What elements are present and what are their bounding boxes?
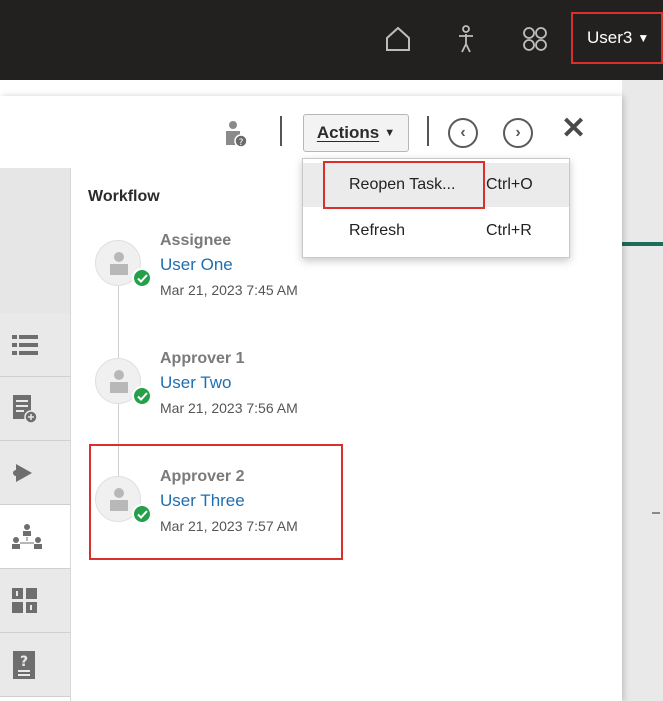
background-page [622,80,663,701]
menu-item-label: Refresh [349,222,406,239]
step-date: Mar 21, 2023 7:56 AM [160,400,298,416]
left-tab-strip: ? [0,313,70,701]
step-user-link[interactable]: User One [160,255,233,275]
background-accent-bar [622,242,663,246]
screen: User3 ▼ ? ? Actions ▼ ‹ › ✕ Workflow Ass… [0,0,663,701]
home-icon[interactable] [381,22,415,56]
next-icon[interactable]: › [503,118,533,148]
actions-button-label: Actions [316,123,380,142]
workflow-step: Approver 1 User Two Mar 21, 2023 7:56 AM [95,350,355,450]
help-doc-icon: ? [13,650,35,679]
tab-attributes[interactable] [0,569,70,633]
user-menu-label: User3 [587,28,633,47]
close-icon[interactable]: ✕ [561,114,586,144]
toolbar-separator [427,116,429,146]
highlight-frame [323,161,485,209]
highlight-frame [89,444,343,560]
document-icon [13,394,38,424]
svg-text:?: ? [20,654,28,670]
tab-alerts[interactable] [0,441,70,505]
toolbar-separator [280,116,282,146]
step-user-link[interactable]: User Two [160,373,232,393]
svg-text:?: ? [239,138,244,148]
step-role: Approver 1 [160,350,245,367]
menu-item-refresh[interactable]: Refresh Ctrl+R [303,209,569,253]
step-role: Assignee [160,232,232,249]
menu-item-shortcut: Ctrl+O [486,176,533,193]
tab-list[interactable] [0,313,70,377]
global-header: User3 ▼ [0,0,663,80]
step-date: Mar 21, 2023 7:45 AM [160,282,298,298]
background-divider [652,512,660,514]
user-menu[interactable]: User3 ▼ [571,12,663,64]
workflow-icon [12,523,42,549]
task-panel: ? ? Actions ▼ ‹ › ✕ Workflow Assignee Us… [0,96,622,701]
panel-divider [70,168,71,701]
navigator-icon[interactable] [449,22,483,56]
tab-details[interactable] [0,377,70,441]
menu-item-shortcut: Ctrl+R [486,222,532,239]
left-tab-strip-header [0,168,70,313]
chevron-down-icon: ▼ [637,31,650,45]
list-icon [12,334,38,355]
apps-grid-icon[interactable] [518,22,552,56]
check-icon [132,268,152,288]
tab-workflow[interactable] [0,505,70,569]
check-icon [132,386,152,406]
chevron-down-icon: ▼ [384,127,396,139]
previous-icon[interactable]: ‹ [448,118,478,148]
actions-button[interactable]: Actions ▼ [303,114,409,152]
user-help-icon[interactable]: ? [222,120,248,153]
bell-icon [13,463,32,482]
tab-help[interactable]: ? [0,633,70,697]
workflow-title: Workflow [88,188,160,205]
attributes-icon [12,587,37,613]
